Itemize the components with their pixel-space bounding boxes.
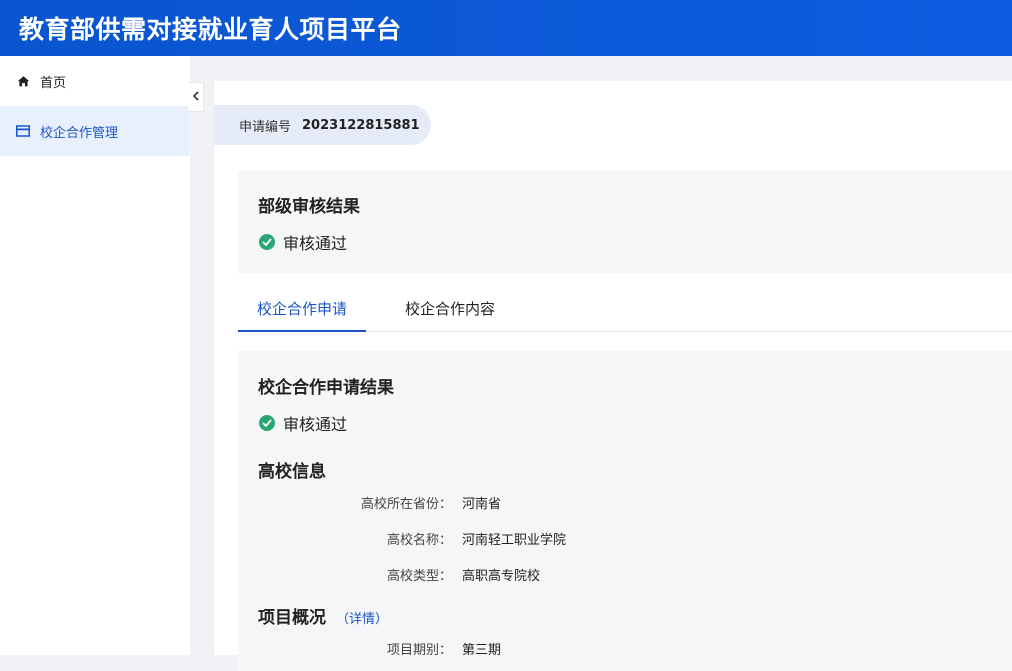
tab-application[interactable]: 校企合作申请 xyxy=(238,293,366,332)
sidebar: 首页 校企合作管理 xyxy=(0,56,190,655)
chevron-left-icon xyxy=(192,90,200,104)
tab-content[interactable]: 校企合作内容 xyxy=(390,293,510,332)
field-label: 高校类型： xyxy=(386,569,452,584)
tab-bar: 校企合作申请 校企合作内容 xyxy=(238,293,1012,332)
sidebar-item-school-enterprise[interactable]: 校企合作管理 xyxy=(0,106,190,156)
school-info-title: 高校信息 xyxy=(258,462,326,482)
field-value: 第三期 xyxy=(462,643,502,658)
status-text: 审核通过 xyxy=(283,415,348,434)
ministry-review-status: 审核通过 xyxy=(259,230,347,254)
field-value: 河南轻工职业学院 xyxy=(462,533,567,548)
sidebar-item-home[interactable]: 首页 xyxy=(0,56,190,106)
project-detail-link[interactable]: （详情） xyxy=(336,612,388,627)
application-detail-card: 校企合作申请结果 审核通过 高校信息 高校所在省份： 河南省 高校名称： 河南轻… xyxy=(238,351,1012,671)
home-icon xyxy=(15,73,31,89)
application-result-status: 审核通过 xyxy=(259,411,347,435)
check-circle-icon xyxy=(259,234,275,250)
field-label: 高校名称： xyxy=(386,533,452,548)
ministry-review-title: 部级审核结果 xyxy=(258,197,360,217)
application-number-value: 2023122815881 xyxy=(302,117,420,133)
field-value: 河南省 xyxy=(462,497,502,512)
project-overview-title: 项目概况 （详情） xyxy=(258,603,388,628)
application-result-title: 校企合作申请结果 xyxy=(258,378,394,398)
field-label: 高校所在省份： xyxy=(360,497,452,512)
main-content: 申请编号 2023122815881 部级审核结果 审核通过 校企合作申请 校企… xyxy=(214,81,1012,671)
app-title: 教育部供需对接就业育人项目平台 xyxy=(19,15,402,44)
application-number-label: 申请编号 xyxy=(239,119,292,135)
sidebar-item-label: 首页 xyxy=(40,75,67,91)
sidebar-item-label: 校企合作管理 xyxy=(40,125,119,141)
field-label: 项目期别： xyxy=(386,643,452,658)
check-circle-icon xyxy=(259,415,275,431)
field-value: 高职高专院校 xyxy=(462,569,541,584)
application-number-badge: 申请编号 2023122815881 xyxy=(214,105,431,145)
ministry-review-card: 部级审核结果 审核通过 xyxy=(238,170,1012,273)
project-overview-label: 项目概况 xyxy=(258,608,326,628)
card-icon xyxy=(15,123,31,139)
app-header: 教育部供需对接就业育人项目平台 xyxy=(0,0,1012,56)
content-gutter xyxy=(190,56,214,655)
status-text: 审核通过 xyxy=(283,234,348,253)
sidebar-collapse-button[interactable] xyxy=(188,82,204,112)
